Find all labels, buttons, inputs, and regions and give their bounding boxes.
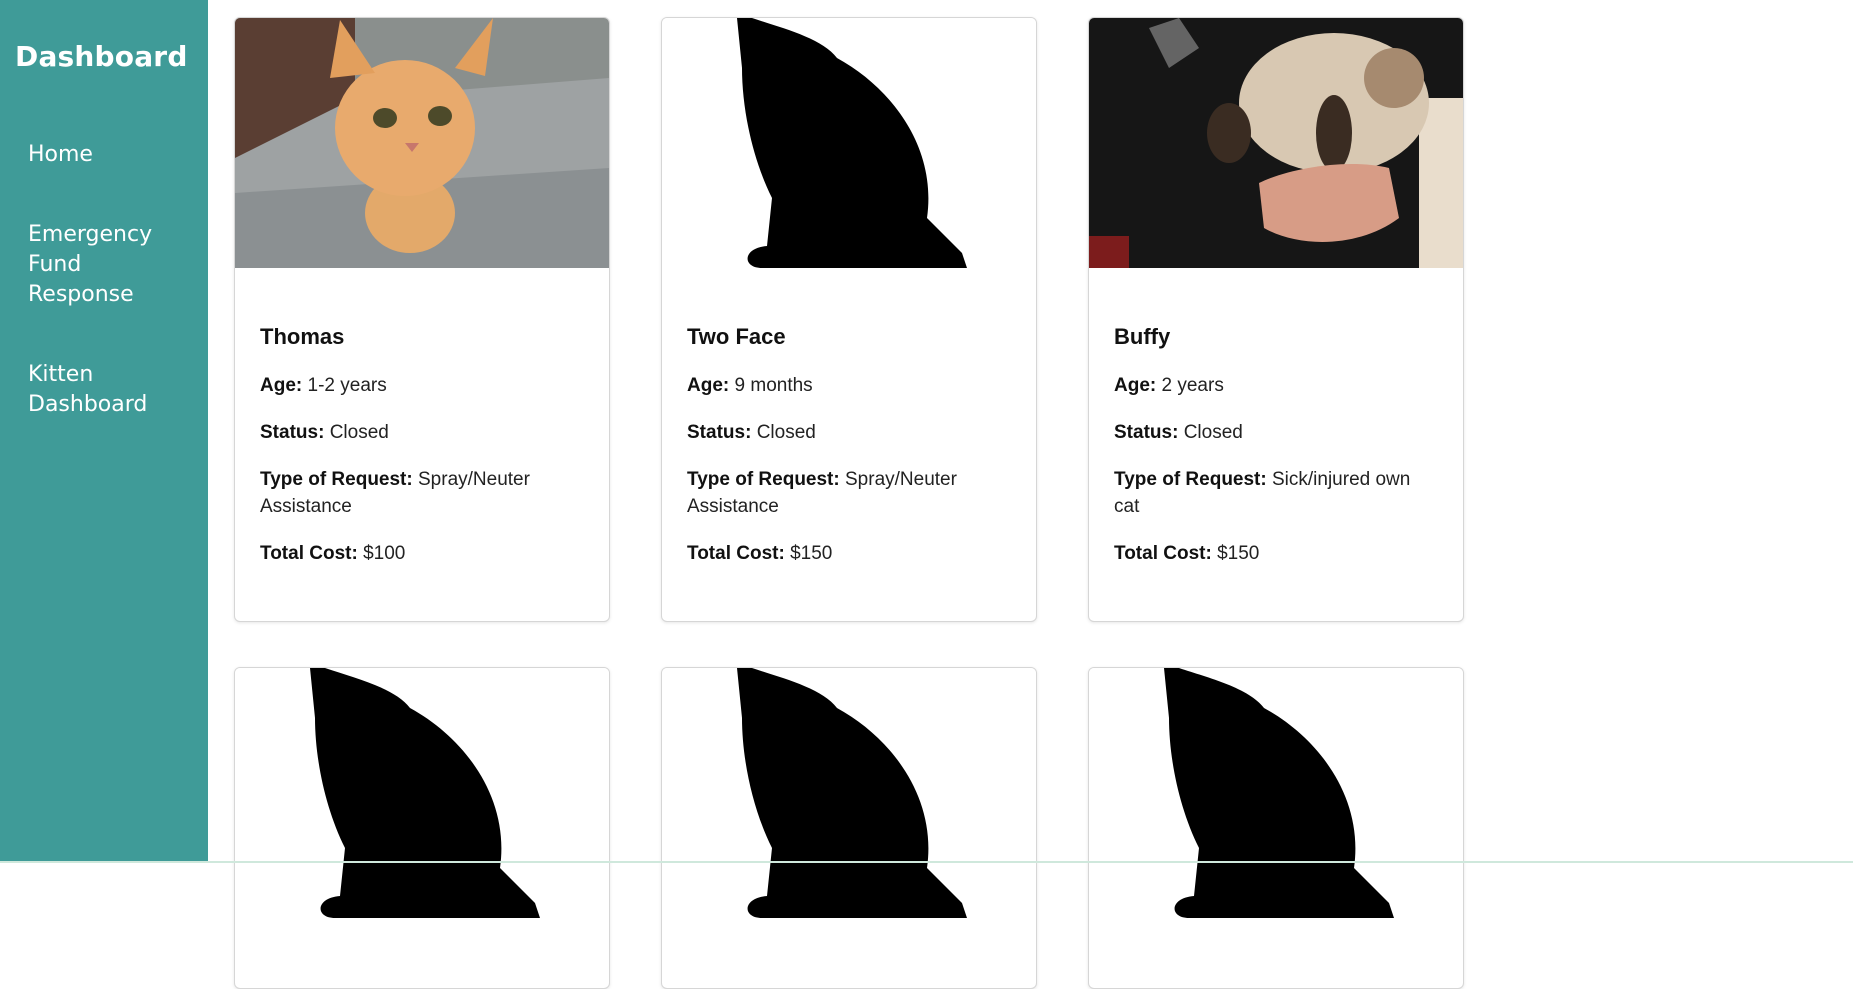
cat-silhouette-placeholder (662, 668, 1036, 918)
total-cost-value: $100 (363, 543, 406, 564)
age-value: 2 years (1161, 375, 1224, 396)
sidebar-item-kitten-dashboard[interactable]: Kitten Dashboard (28, 360, 188, 420)
cat-card[interactable]: Thomas Age: 1-2 years Status: Closed Typ… (234, 17, 610, 622)
cat-silhouette-placeholder (1089, 668, 1463, 918)
age-label: Age: (687, 375, 730, 396)
age-label: Age: (260, 375, 303, 396)
sidebar-title: Dashboard (15, 40, 188, 73)
status-field: Status: Closed (687, 419, 1011, 446)
cat-silhouette-placeholder (235, 668, 609, 918)
sidebar-item-home[interactable]: Home (28, 140, 188, 170)
total-cost-value: $150 (790, 543, 833, 564)
total-cost-field: Total Cost: $100 (260, 540, 584, 567)
total-cost-field: Total Cost: $150 (1114, 540, 1438, 567)
age-field: Age: 9 months (687, 372, 1011, 399)
cat-card-partial[interactable] (661, 667, 1037, 989)
request-type-field: Type of Request: Spray/Neuter Assistance (260, 466, 584, 520)
total-cost-label: Total Cost: (1114, 543, 1212, 564)
cat-card-partial[interactable] (234, 667, 610, 989)
total-cost-label: Total Cost: (687, 543, 785, 564)
status-label: Status: (1114, 422, 1179, 443)
cat-name: Two Face (687, 324, 786, 349)
status-value: Closed (756, 422, 816, 443)
total-cost-value: $150 (1217, 543, 1260, 564)
orange-tabby-photo (235, 18, 609, 268)
status-label: Status: (260, 422, 325, 443)
status-field: Status: Closed (260, 419, 584, 446)
cat-name: Thomas (260, 324, 345, 349)
sidebar-item-emergency-fund-response[interactable]: Emergency Fund Response (28, 220, 188, 310)
sidebar: Dashboard Home Emergency Fund Response K… (0, 0, 208, 863)
status-value: Closed (1183, 422, 1243, 443)
request-type-label: Type of Request: (687, 469, 840, 490)
age-label: Age: (1114, 375, 1157, 396)
status-field: Status: Closed (1114, 419, 1438, 446)
request-type-field: Type of Request: Sick/injured own cat (1114, 466, 1438, 520)
age-field: Age: 2 years (1114, 372, 1438, 399)
total-cost-label: Total Cost: (260, 543, 358, 564)
status-label: Status: (687, 422, 752, 443)
cat-card[interactable]: Two Face Age: 9 months Status: Closed Ty… (661, 17, 1037, 622)
status-value: Closed (329, 422, 389, 443)
siamese-cat-photo (1089, 18, 1463, 268)
age-field: Age: 1-2 years (260, 372, 584, 399)
request-type-label: Type of Request: (1114, 469, 1267, 490)
cat-card[interactable]: Buffy Age: 2 years Status: Closed Type o… (1088, 17, 1464, 622)
cat-silhouette-placeholder (662, 18, 1036, 268)
request-type-field: Type of Request: Spray/Neuter Assistance (687, 466, 1011, 520)
age-value: 1-2 years (307, 375, 387, 396)
request-type-label: Type of Request: (260, 469, 413, 490)
cat-name: Buffy (1114, 324, 1171, 349)
age-value: 9 months (734, 375, 813, 396)
cat-card-partial[interactable] (1088, 667, 1464, 989)
total-cost-field: Total Cost: $150 (687, 540, 1011, 567)
